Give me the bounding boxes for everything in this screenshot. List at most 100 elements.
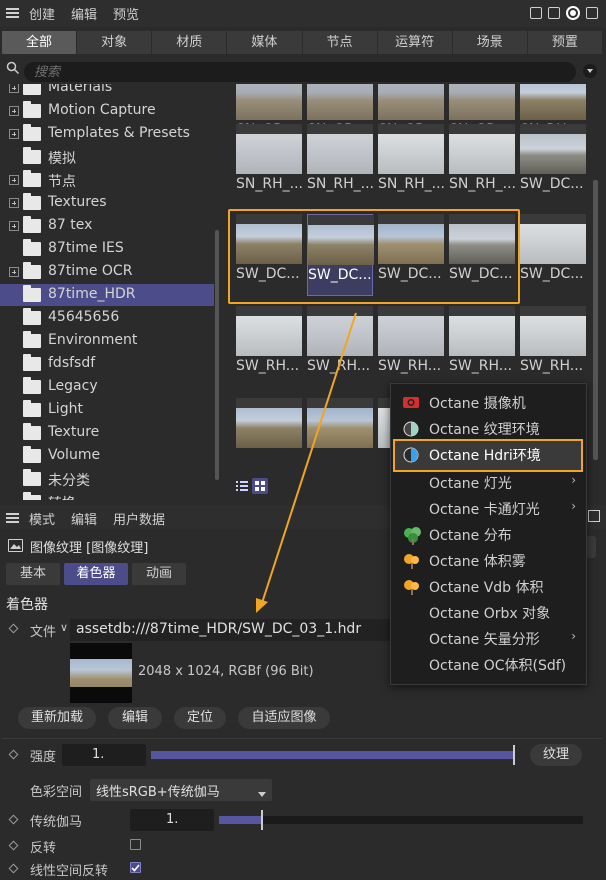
tree-item-label: 模拟 — [48, 151, 76, 167]
intensity-input[interactable]: 1. — [62, 744, 146, 766]
asset-tile[interactable]: SW_RH... — [520, 306, 586, 388]
expand-plus-icon[interactable] — [9, 198, 19, 208]
folder-icon — [23, 239, 41, 256]
tab-presets[interactable]: 预置 — [527, 31, 602, 54]
tree-item[interactable]: Volume — [0, 445, 214, 467]
expand-plus-icon[interactable] — [9, 267, 19, 277]
expand-plus-icon[interactable] — [9, 129, 19, 139]
asset-tile[interactable]: SN_RH_... — [378, 124, 445, 206]
texture-button[interactable]: 纹理 — [530, 744, 582, 766]
expand-plus-icon[interactable] — [9, 221, 19, 231]
attr-tab-shader[interactable]: 着色器 — [64, 563, 128, 585]
gamma-slider-track[interactable] — [219, 816, 583, 824]
popup-menu-item[interactable]: Octane 灯光 › — [391, 469, 586, 495]
search-input[interactable] — [24, 62, 576, 82]
tree-item[interactable]: 45645656 — [0, 307, 214, 329]
menu-create[interactable]: 创建 — [29, 4, 55, 23]
tab-nodes[interactable]: 节点 — [302, 31, 377, 54]
intensity-slider-handle[interactable] — [513, 745, 515, 765]
asset-tile[interactable]: SW_RH... — [449, 306, 515, 388]
menu-preview[interactable]: 预览 — [113, 4, 139, 23]
file-more-icon[interactable] — [586, 623, 596, 637]
popup-menu-item[interactable]: Octane Orbx 对象 — [391, 599, 586, 625]
folder-icon — [23, 124, 41, 141]
file-chevron-down-icon[interactable]: ∨ — [60, 621, 68, 634]
tree-scrollbar-thumb[interactable] — [215, 230, 219, 480]
attr-tab-basic[interactable]: 基本 — [6, 563, 60, 585]
popup-menu-item[interactable]: Octane 摄像机 — [391, 389, 586, 415]
asset-tile[interactable]: SW_DC... — [520, 124, 586, 206]
attr-menu-mode[interactable]: 模式 — [29, 509, 55, 528]
thumbnail-band — [378, 306, 444, 316]
minimize-icon[interactable] — [530, 7, 542, 19]
hamburger-icon[interactable] — [6, 7, 19, 19]
tab-materials[interactable]: 材质 — [152, 31, 227, 54]
tab-objects[interactable]: 对象 — [77, 31, 152, 54]
tab-operators[interactable]: 运算符 — [377, 31, 452, 54]
search-dropdown-icon[interactable] — [583, 64, 597, 78]
gamma-input[interactable]: 1. — [130, 809, 214, 831]
popup-menu-item[interactable]: Octane 卡通灯光 › — [391, 495, 586, 521]
popup-menu-item[interactable]: Octane Hdri环境 — [391, 441, 586, 467]
expand-icon[interactable] — [588, 510, 600, 522]
asset-tile[interactable]: SN_RH_... — [307, 124, 374, 206]
asset-tile[interactable]: SN_RH_... — [236, 124, 303, 206]
popup-menu-item[interactable]: Octane 分布 — [391, 521, 586, 547]
tab-scenes[interactable]: 场景 — [452, 31, 527, 54]
record-icon[interactable] — [566, 6, 580, 20]
tree-item[interactable]: 未分类 — [0, 468, 214, 490]
linear-invert-checkbox[interactable] — [130, 862, 141, 873]
invert-checkbox[interactable] — [130, 839, 141, 850]
edit-button[interactable]: 编辑 — [108, 707, 162, 729]
tree-item[interactable]: Light — [0, 399, 214, 421]
window-icon[interactable] — [548, 7, 560, 19]
popup-menu-item[interactable]: Octane 体积雾 — [391, 547, 586, 573]
tree-item[interactable]: 模拟 — [0, 146, 214, 168]
grid-scrollbar-thumb[interactable] — [593, 180, 598, 460]
attr-menu-edit[interactable]: 编辑 — [71, 509, 97, 528]
colorspace-dropdown[interactable]: 线性sRGB+传统伽马 — [90, 779, 272, 801]
tree-item[interactable]: Environment — [0, 330, 214, 352]
tree-item[interactable]: Templates & Presets — [0, 123, 214, 145]
popup-menu-item[interactable]: Octane Vdb 体积 — [391, 573, 586, 599]
tree-item[interactable]: Motion Capture — [0, 100, 214, 122]
tree-item[interactable]: 节点 — [0, 169, 214, 191]
reload-button[interactable]: 重新加载 — [18, 707, 96, 729]
tree-item[interactable]: Materials — [0, 84, 214, 99]
grid-view-icon[interactable] — [252, 478, 268, 494]
expand-plus-icon[interactable] — [9, 106, 19, 116]
asset-tile[interactable]: SW_RH... — [307, 306, 373, 388]
list-view-icon[interactable] — [234, 478, 250, 494]
attr-menu-userdata[interactable]: 用户数据 — [113, 509, 165, 528]
tree-item[interactable]: 转换 — [0, 491, 214, 500]
asset-tile[interactable]: SW_DC... — [520, 214, 586, 296]
popup-menu-item[interactable]: Octane 纹理环境 — [391, 415, 586, 441]
tree-item[interactable]: fdsfsdf — [0, 353, 214, 375]
attr-tab-animation[interactable]: 动画 — [132, 563, 186, 585]
tree-item[interactable]: Texture — [0, 422, 214, 444]
tree-item[interactable]: 87 tex — [0, 215, 214, 237]
locate-button[interactable]: 定位 — [174, 707, 226, 729]
fit-image-button[interactable]: 自适应图像 — [238, 707, 330, 729]
popup-menu-item[interactable]: Octane OC体积(Sdf) — [391, 651, 586, 677]
expand-plus-icon[interactable] — [9, 175, 19, 185]
asset-tile[interactable] — [307, 398, 373, 474]
popup-menu-item[interactable]: Octane 矢量分形 › — [391, 625, 586, 651]
tab-media[interactable]: 媒体 — [227, 31, 302, 54]
asset-tile[interactable]: SN_RH_... — [449, 124, 516, 206]
tree-item[interactable]: Textures — [0, 192, 214, 214]
maximize-icon[interactable] — [586, 7, 598, 19]
tree-item[interactable]: Legacy — [0, 376, 214, 398]
tree-item[interactable]: 87time OCR — [0, 261, 214, 283]
asset-tile[interactable]: SW_RH... — [378, 306, 444, 388]
gamma-slider-handle[interactable] — [260, 810, 263, 830]
tree-item[interactable]: 87time_HDR — [0, 284, 214, 306]
attr-scroll-handle[interactable] — [586, 536, 596, 558]
expand-plus-icon[interactable] — [9, 84, 19, 93]
tree-item[interactable]: 87time IES — [0, 238, 214, 260]
tab-all[interactable]: 全部 — [2, 31, 77, 54]
menu-edit[interactable]: 编辑 — [71, 4, 97, 23]
asset-tile[interactable]: SW_RH... — [236, 306, 302, 388]
attr-hamburger-icon[interactable] — [6, 512, 19, 528]
asset-tile[interactable] — [236, 398, 302, 474]
